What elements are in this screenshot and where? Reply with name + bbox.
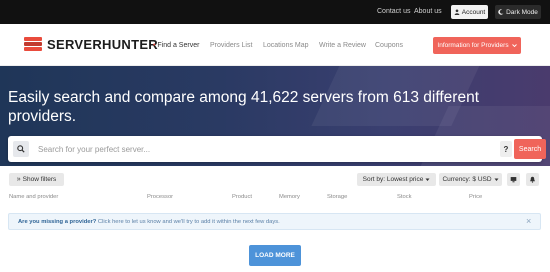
about-link[interactable]: About us <box>414 8 442 15</box>
double-chevron-icon: » <box>16 176 21 183</box>
search-button[interactable]: Search <box>514 139 546 159</box>
logo-icon <box>24 37 42 52</box>
close-icon[interactable]: × <box>526 216 531 226</box>
nav-item-locations-map[interactable]: Locations Map <box>263 42 309 49</box>
chevron-down-icon <box>425 178 430 181</box>
notice-question: Are you missing a provider? <box>18 219 97 225</box>
alert-button[interactable] <box>526 173 539 186</box>
currency-label: Currency: $ USD <box>442 176 492 183</box>
sort-label: Sort by: Lowest price <box>362 176 424 183</box>
chevron-down-icon <box>511 44 517 48</box>
column-header-memory[interactable]: Memory <box>279 194 300 200</box>
column-header-name[interactable]: Name and provider <box>9 194 58 200</box>
info-providers-button[interactable]: Information for Providers <box>433 37 521 54</box>
show-filters-button[interactable]: » Show filters <box>9 173 64 186</box>
bell-icon <box>530 176 535 183</box>
dark-mode-button[interactable]: Dark Mode <box>495 5 541 19</box>
nav-item-find-server[interactable]: • Find a Server <box>153 42 199 49</box>
show-filters-label: Show filters <box>22 176 57 183</box>
moon-icon <box>498 9 504 15</box>
account-label: Account <box>461 8 486 16</box>
chevron-down-icon <box>494 178 499 181</box>
column-header-storage[interactable]: Storage <box>327 194 347 200</box>
help-button[interactable]: ? <box>500 141 512 157</box>
top-bar: Contact us About us Account Dark Mode <box>0 0 550 24</box>
column-header-processor[interactable]: Processor <box>147 194 173 200</box>
load-more-button[interactable]: LOAD MORE <box>249 245 301 266</box>
column-header-product[interactable]: Product <box>232 194 252 200</box>
monitor-button[interactable] <box>507 173 520 186</box>
nav-item-write-review[interactable]: Write a Review <box>319 42 366 49</box>
monitor-icon <box>510 177 517 183</box>
logo[interactable]: SERVERHUNTER <box>24 37 158 52</box>
active-dot-icon: • <box>153 42 156 49</box>
info-providers-label: Information for Providers <box>437 42 509 49</box>
contact-link[interactable]: Contact us <box>377 8 410 15</box>
sort-select[interactable]: Sort by: Lowest price <box>357 173 436 186</box>
nav-item-providers-list[interactable]: Providers List <box>210 42 252 49</box>
notice-body: Click here to let us know and we'll try … <box>97 219 280 225</box>
notice-text[interactable]: Are you missing a provider? Click here t… <box>18 219 280 225</box>
nav-item-label: Find a Server <box>157 42 200 49</box>
logo-text: SERVERHUNTER <box>47 37 158 52</box>
user-icon <box>454 9 460 15</box>
search-bar: ? Search <box>8 136 546 162</box>
main-nav: SERVERHUNTER • Find a Server Providers L… <box>0 24 550 66</box>
column-header-price[interactable]: Price <box>469 194 482 200</box>
missing-provider-notice: Are you missing a provider? Click here t… <box>8 213 541 230</box>
currency-select[interactable]: Currency: $ USD <box>439 173 502 186</box>
dark-mode-label: Dark Mode <box>506 8 538 16</box>
column-header-stock[interactable]: Stock <box>397 194 412 200</box>
hero-title: Easily search and compare among 41,622 s… <box>8 89 479 125</box>
nav-item-coupons[interactable]: Coupons <box>375 42 403 49</box>
account-button[interactable]: Account <box>451 5 488 19</box>
search-input[interactable] <box>38 142 488 156</box>
search-icon <box>13 141 29 157</box>
